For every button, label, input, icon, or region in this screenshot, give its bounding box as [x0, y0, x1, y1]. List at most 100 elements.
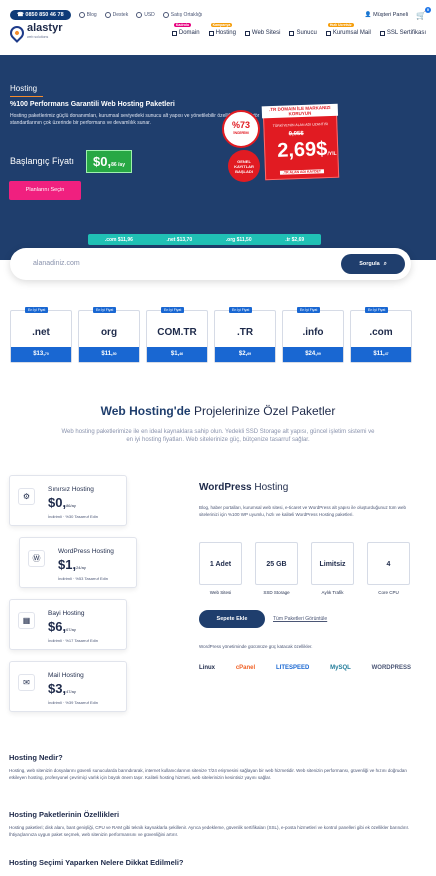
start-price-label: Başlangıç Fiyatı — [10, 156, 75, 166]
main-nav: alastyr web solutions Domain Kadrolu Hostin… — [0, 22, 436, 44]
partner-icon — [162, 12, 169, 18]
domain-card[interactable]: En İyi Fiyat org $11,50 — [78, 307, 140, 363]
cart-icon[interactable]: 🛒 0 — [416, 6, 431, 20]
nav-icon — [244, 30, 250, 36]
logo[interactable]: alastyr web solutions — [7, 23, 62, 43]
domain-card[interactable]: En İyi Fiyat COM.TR $1,46 — [146, 307, 208, 363]
nav-icon — [325, 30, 331, 36]
best-price-tag: En İyi Fiyat — [161, 307, 185, 313]
package-card[interactable]: ✉ Mail Hosting $3,47/ay İndirimli · %39 Tas… — [9, 661, 127, 712]
tech-logos: Linux cPanel LITESPEED MySQL WORDPRESS — [199, 665, 411, 671]
search-button[interactable]: Sorgula ⌕ — [341, 254, 405, 274]
domain-price: $11,50 — [79, 347, 139, 362]
nav-tag: Kampanya — [210, 23, 233, 27]
logo-icon — [7, 23, 27, 43]
package-card[interactable]: ⚙ Sınırsız Hosting $0,86/ay İndirimli · %30… — [9, 475, 127, 526]
feature-box: 4 — [367, 542, 410, 585]
faq-answer: Hosting, web sitenizin dosyalarını güven… — [9, 768, 407, 780]
wp-title: WordPress Hosting — [199, 482, 289, 493]
tld-price[interactable]: .tr $2,69 — [285, 237, 304, 243]
package-icon: ▦ — [18, 612, 35, 629]
nav-icon — [379, 30, 385, 36]
hero-label: Hosting — [10, 84, 44, 97]
package-savings: İndirimli · %17 Tasarruf Edin — [48, 638, 98, 643]
phone-button[interactable]: ☎ 0850 850 46 78 — [10, 10, 71, 20]
tech-logo: WORDPRESS — [371, 665, 411, 671]
package-name: Mail Hosting — [48, 672, 84, 679]
nav-item-4[interactable]: Kurumsal Mail Hızlı Ücretsiz — [325, 23, 371, 36]
nav-item-5[interactable]: SSL Sertifikası — [379, 30, 426, 36]
package-price: $6,67/ay — [48, 619, 76, 634]
domain-price: $1,46 — [147, 347, 207, 362]
package-icon: ⚙ — [18, 488, 35, 505]
nav-item-3[interactable]: Sunucu — [289, 30, 317, 36]
search-input[interactable]: alanadiniz.com — [33, 260, 80, 267]
nav-item-2[interactable]: Web Sitesi — [244, 30, 280, 36]
domain-card[interactable]: En İyi Fiyat .com $11,47 — [350, 307, 412, 363]
best-price-tag: En İyi Fiyat — [25, 307, 49, 313]
domain-cards: En İyi Fiyat .net $13,70 En İyi Fiyat org $11… — [10, 307, 412, 363]
hero-title: %100 Performans Garantili Web Hosting Pa… — [10, 101, 175, 108]
promo-header: .TR DOMAIN İLE MARKANIZI KORUYUN — [261, 103, 339, 119]
domain-name: .net — [32, 327, 50, 338]
faq-item: Hosting Paketlerinin Özellikleri Hosting … — [9, 810, 419, 838]
faq-question: Hosting Nedir? — [9, 753, 63, 762]
tech-logo: MySQL — [330, 665, 351, 671]
domain-name: .info — [302, 327, 324, 338]
blog-link[interactable]: Blog — [78, 12, 97, 18]
add-to-cart-button[interactable]: Sepete Ekle — [199, 610, 265, 628]
tld-price[interactable]: .org $11,50 — [226, 237, 252, 243]
currency-link[interactable]: USD — [136, 12, 155, 18]
domain-price: $2,69 — [215, 347, 275, 362]
registration-badge: GENEL KAYITLAR BAŞLADI — [228, 150, 260, 182]
package-name: Sınırsız Hosting — [48, 486, 94, 493]
nav-item-0[interactable]: Domain Kadrolu — [171, 23, 200, 36]
choose-plan-button[interactable]: Planlarını Seçin — [9, 181, 81, 200]
nav-label: Sunucu — [296, 30, 317, 36]
tr-domain-promo[interactable]: .TR DOMAIN İLE MARKANIZI KORUYUN TÜRKİYE… — [261, 103, 340, 181]
domain-name: COM.TR — [157, 327, 197, 338]
tech-logo: cPanel — [235, 665, 256, 671]
feature-label: SSD Storage — [263, 590, 290, 595]
discount-badge: %73 İNDİRİM — [222, 110, 260, 148]
currency-icon — [136, 12, 143, 18]
nav-icon — [171, 30, 177, 36]
support-link[interactable]: Destek — [104, 12, 128, 18]
package-icon: ✉ — [18, 674, 35, 691]
domain-price: $13,70 — [11, 347, 71, 362]
blog-icon — [78, 12, 85, 18]
tld-price[interactable]: .com $11,96 — [105, 237, 133, 243]
package-savings: İndirimli · %53 Tasarruf Edin — [58, 576, 108, 581]
start-price: $0,86 /ay — [86, 150, 132, 173]
domain-name: .com — [369, 327, 393, 338]
package-card[interactable]: ▦ Bayi Hosting $6,67/ay İndirimli · %17 Tas… — [9, 599, 127, 650]
customer-panel-link[interactable]: 👤 Müşteri Paneli — [365, 12, 408, 18]
domain-card[interactable]: En İyi Fiyat .info $24,99 — [282, 307, 344, 363]
promo-subtitle: TÜRKİYE'NİN ALAN ADI UZANTISI — [272, 122, 329, 128]
nav-tag: Hızlı Ücretsiz — [327, 23, 354, 27]
best-price-tag: En İyi Fiyat — [229, 307, 253, 313]
domain-price: $11,47 — [351, 347, 411, 362]
faq-item: Hosting Nedir? Hosting, web sitenizin dos… — [9, 753, 419, 781]
package-card[interactable]: Ⓦ WordPress Hosting $1,24/ay İndirimli · %5… — [19, 537, 137, 588]
package-price: $3,47/ay — [48, 681, 76, 696]
faq-question: Hosting Seçimi Yaparken Nelere Dikkat Ed… — [9, 858, 184, 867]
domain-card[interactable]: En İyi Fiyat .TR $2,69 — [214, 307, 276, 363]
best-price-tag: En İyi Fiyat — [297, 307, 321, 313]
tech-logo: LITESPEED — [275, 665, 310, 671]
domain-card[interactable]: En İyi Fiyat .net $13,70 — [10, 307, 72, 363]
section-lead: Web hosting paketlerimize ile en ideal k… — [61, 429, 375, 443]
best-price-tag: En İyi Fiyat — [365, 307, 389, 313]
package-name: Bayi Hosting — [48, 610, 85, 617]
nav-label: Kurumsal Mail — [332, 30, 371, 36]
nav-item-1[interactable]: Hosting Kampanya — [208, 23, 236, 36]
package-name: WordPress Hosting — [58, 548, 114, 555]
partner-link[interactable]: Satış Ortaklığı — [162, 12, 202, 18]
wp-note: WordPress yönetiminde gücünüze güç katac… — [199, 644, 313, 649]
domain-name: .TR — [236, 327, 254, 338]
all-packages-link[interactable]: Tüm Paketleri Görüntüle — [273, 616, 327, 622]
best-price-tag: En İyi Fiyat — [93, 307, 117, 313]
tld-strip: .com $11,96 .net $13,70 .org $11,50 .tr $2,… — [88, 234, 321, 245]
tld-price[interactable]: .net $13,70 — [167, 237, 193, 243]
domain-search: alanadiniz.com Sorgula ⌕ — [10, 248, 411, 280]
